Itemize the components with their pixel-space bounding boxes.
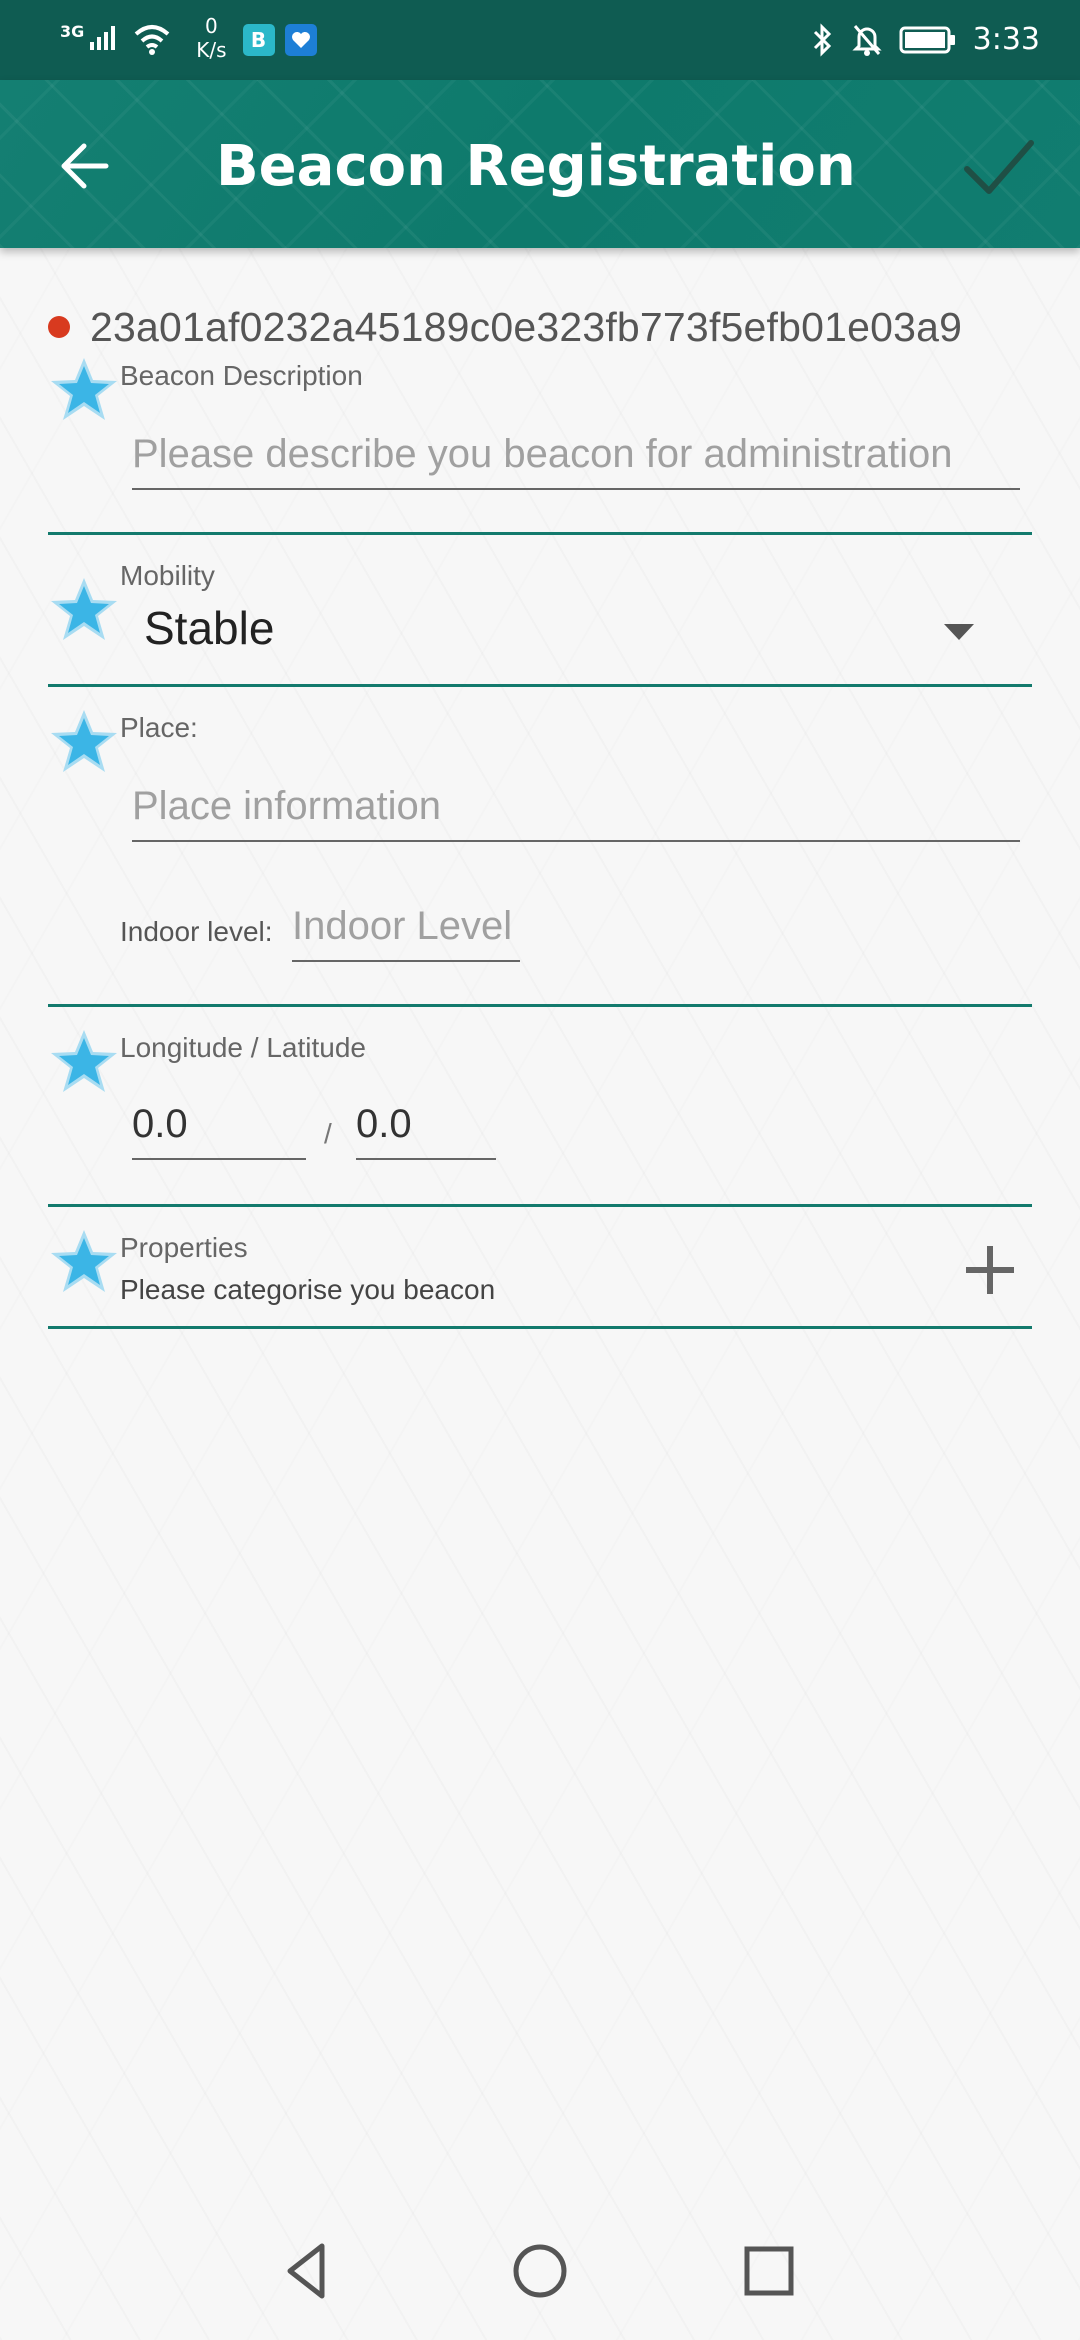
system-nav-bar xyxy=(0,2200,1080,2340)
status-dot xyxy=(48,316,70,338)
latitude-input[interactable]: 0.0 xyxy=(356,1098,496,1160)
longitude-input[interactable]: 0.0 xyxy=(132,1098,306,1160)
section-divider xyxy=(48,684,1032,687)
section-divider xyxy=(48,532,1032,535)
battery-icon xyxy=(899,26,955,54)
required-star-icon xyxy=(51,358,117,420)
beacon-id-row: 23a01af0232a45189c0e323fb773f5efb01e03a9 xyxy=(48,300,962,354)
notifications-off-icon xyxy=(852,25,882,56)
status-bar: 3G 0 K/s B 3:33 xyxy=(0,0,1080,80)
app-bar: Beacon Registration xyxy=(0,80,1080,248)
status-left: 3G 0 K/s B xyxy=(60,14,317,62)
mobility-label: Mobility xyxy=(120,560,215,591)
mobility-select[interactable]: Stable xyxy=(144,598,274,658)
place-label: Place: xyxy=(120,712,198,743)
place-input[interactable]: Place information xyxy=(132,780,1020,842)
back-button[interactable] xyxy=(44,126,124,206)
bluetooth-icon xyxy=(813,23,831,57)
coordinates-label: Longitude / Latitude xyxy=(120,1032,366,1063)
section-divider xyxy=(48,1204,1032,1207)
beacon-id: 23a01af0232a45189c0e323fb773f5efb01e03a9 xyxy=(90,304,963,350)
nav-back-icon[interactable] xyxy=(272,2236,342,2306)
description-label: Beacon Description xyxy=(120,360,363,391)
required-star-icon xyxy=(51,1030,117,1092)
indoor-level-label: Indoor level: xyxy=(120,916,273,947)
network-speed: 0 K/s xyxy=(196,14,226,62)
description-input[interactable]: Please describe you beacon for administr… xyxy=(132,428,1020,490)
app-notification-icon: B xyxy=(242,24,275,56)
clock: 3:33 xyxy=(972,22,1040,57)
properties-label: Properties xyxy=(120,1232,248,1263)
required-star-icon xyxy=(51,1230,117,1292)
arrow-back-icon xyxy=(61,143,109,189)
network-type: 3G xyxy=(60,22,85,41)
add-property-button[interactable] xyxy=(960,1240,1020,1300)
coordinates-separator: / xyxy=(324,1118,332,1149)
required-star-icon xyxy=(51,710,117,772)
dropdown-arrow-icon[interactable] xyxy=(944,624,974,640)
page-title: Beacon Registration xyxy=(216,134,856,199)
status-right: 3:33 xyxy=(811,18,1040,62)
nav-recents-icon[interactable] xyxy=(734,2236,804,2306)
speed-unit: K/s xyxy=(196,38,227,62)
confirm-button[interactable] xyxy=(954,122,1044,212)
indoor-level-input[interactable]: Indoor Level xyxy=(292,900,520,962)
check-icon xyxy=(964,140,1034,194)
required-star-icon xyxy=(51,578,117,640)
properties-hint: Please categorise you beacon xyxy=(120,1274,496,1305)
health-app-icon xyxy=(284,24,317,56)
signal-icon xyxy=(90,26,116,50)
wifi-icon xyxy=(134,25,170,55)
speed-value: 0 xyxy=(205,14,218,38)
section-divider xyxy=(48,1326,1032,1329)
section-divider xyxy=(48,1004,1032,1007)
nav-home-icon[interactable] xyxy=(505,2236,575,2306)
